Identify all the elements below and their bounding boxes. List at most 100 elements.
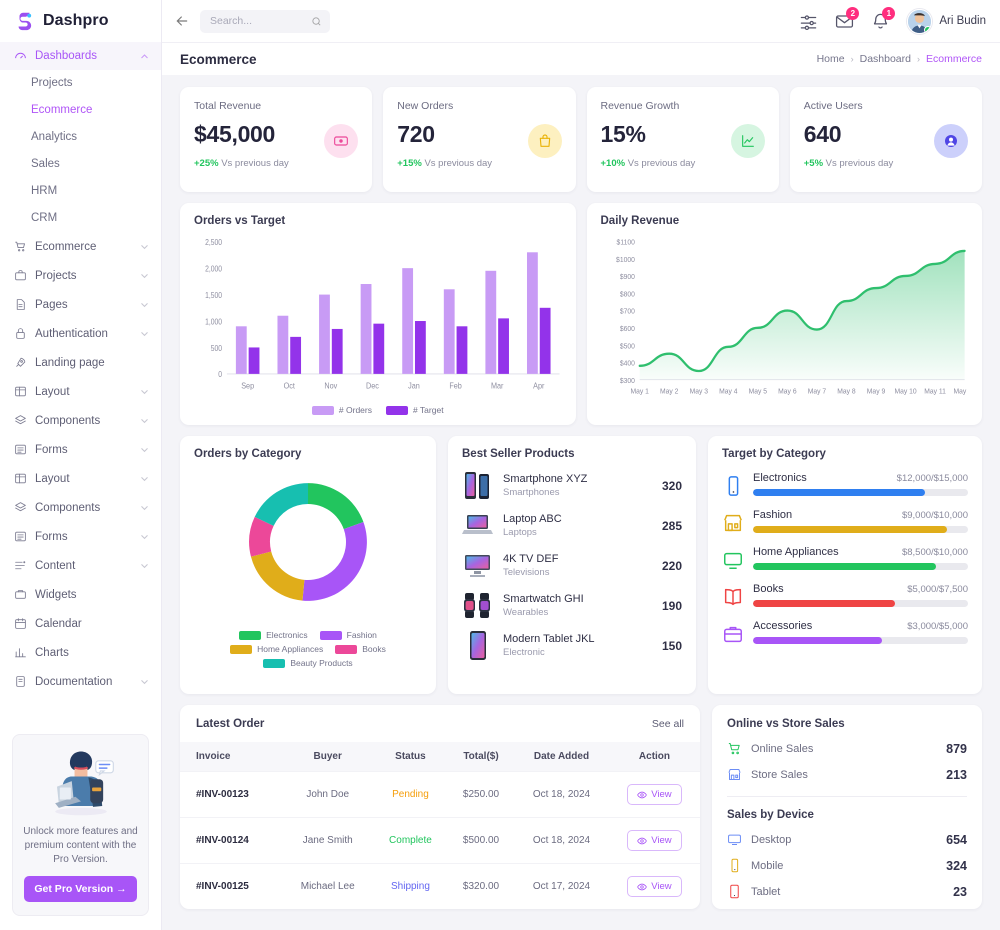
see-all-link[interactable]: See all bbox=[652, 718, 684, 730]
bar-chart-svg: 05001,0001,5002,0002,500SepOctNovDecJanF… bbox=[194, 235, 562, 403]
donut-legend-item-fashion[interactable]: Fashion bbox=[320, 630, 377, 640]
product-name: Modern Tablet JKL bbox=[503, 633, 595, 645]
sidebar-item-documentation-15[interactable]: Documentation bbox=[0, 667, 161, 696]
sidebar-item-layout-5[interactable]: Layout bbox=[0, 377, 161, 406]
table-row[interactable]: #INV-00123John DoePending$250.00Oct 18, … bbox=[180, 772, 700, 818]
legend-item-Orders[interactable]: # Orders bbox=[312, 405, 372, 415]
column-header-total: Total($) bbox=[448, 742, 514, 772]
sales-by-device-list: Desktop654Mobile324Tablet23 bbox=[727, 832, 967, 899]
view-button[interactable]: View bbox=[627, 784, 681, 805]
summary-row-desktop: Desktop654 bbox=[727, 832, 967, 847]
search-box[interactable] bbox=[200, 10, 330, 33]
notifications-button[interactable]: 1 bbox=[871, 12, 890, 31]
sidebar-item-forms-10[interactable]: Forms bbox=[0, 522, 161, 551]
sidebar-subitem-ecommerce[interactable]: Ecommerce bbox=[0, 97, 161, 124]
summary-value: 324 bbox=[946, 859, 967, 873]
product-item[interactable]: Smartphone XYZSmartphones320 bbox=[462, 471, 682, 500]
product-item[interactable]: Smartwatch GHIWearables190 bbox=[462, 591, 682, 620]
arrow-left-icon[interactable] bbox=[174, 13, 190, 29]
brand[interactable]: Dashpro bbox=[0, 0, 161, 42]
sidebar-subitem-analytics[interactable]: Analytics bbox=[0, 124, 161, 151]
bar-Jan-Target bbox=[415, 321, 426, 374]
legend-swatch bbox=[335, 645, 357, 654]
sliders-icon[interactable] bbox=[799, 12, 818, 31]
sidebar-item-components-6[interactable]: Components bbox=[0, 406, 161, 435]
product-name: Smartwatch GHI bbox=[503, 593, 584, 605]
product-item[interactable]: 4K TV DEFTelevisions220 bbox=[462, 551, 682, 580]
product-thumbnail bbox=[462, 511, 493, 540]
x-tick-label: Jan bbox=[408, 381, 420, 391]
layers-icon bbox=[14, 414, 27, 427]
kpi-delta: +25% bbox=[194, 158, 219, 169]
sidebar-group-label: Dashboards bbox=[35, 50, 97, 62]
donut-slice-electronics bbox=[308, 483, 363, 529]
sidebar-subitem-crm[interactable]: CRM bbox=[0, 205, 161, 232]
best-seller-products-card: Best Seller Products Smartphone XYZSmart… bbox=[448, 436, 696, 694]
table-row[interactable]: #INV-00124Jane SmithComplete$500.00Oct 1… bbox=[180, 818, 700, 864]
sidebar-item-layout-8[interactable]: Layout bbox=[0, 464, 161, 493]
cell-buyer: Michael Lee bbox=[283, 864, 373, 910]
chevron-down-icon bbox=[140, 271, 149, 280]
sidebar-subitem-hrm[interactable]: HRM bbox=[0, 178, 161, 205]
product-category: Laptops bbox=[503, 527, 562, 538]
legend-label: Home Appliances bbox=[257, 644, 323, 654]
sidebar-item-projects-1[interactable]: Projects bbox=[0, 261, 161, 290]
view-label: View bbox=[651, 789, 671, 800]
content: Total Revenue$45,000+25% Vs previous day… bbox=[162, 75, 1000, 930]
table-row[interactable]: #INV-00125Michael LeeShipping$320.00Oct … bbox=[180, 864, 700, 910]
smartwatch-thumb bbox=[462, 591, 493, 620]
sidebar-item-pages-2[interactable]: Pages bbox=[0, 290, 161, 319]
status-badge: Shipping bbox=[373, 864, 448, 910]
summary-value: 213 bbox=[946, 768, 967, 782]
sidebar-subitem-sales[interactable]: Sales bbox=[0, 151, 161, 178]
sidebar-item-content-11[interactable]: Content bbox=[0, 551, 161, 580]
product-count: 150 bbox=[662, 639, 682, 653]
sidebar-item-landing-page-4[interactable]: Landing page bbox=[0, 348, 161, 377]
target-name: Electronics bbox=[753, 472, 807, 484]
sidebar-subitem-projects[interactable]: Projects bbox=[0, 70, 161, 97]
target-value: $3,000/$5,000 bbox=[907, 621, 968, 632]
breadcrumb-item-ecommerce[interactable]: Ecommerce bbox=[926, 53, 982, 65]
donut-legend-item-home-appliances[interactable]: Home Appliances bbox=[230, 644, 323, 654]
online-vs-store-title: Online vs Store Sales bbox=[727, 718, 967, 730]
view-button[interactable]: View bbox=[627, 830, 681, 851]
sidebar-item-widgets-12[interactable]: Widgets bbox=[0, 580, 161, 609]
donut-legend-item-beauty-products[interactable]: Beauty Products bbox=[263, 658, 352, 668]
cell-buyer: Jane Smith bbox=[283, 818, 373, 864]
breadcrumb-item-dashboard[interactable]: Dashboard bbox=[860, 53, 911, 65]
product-item[interactable]: Laptop ABCLaptops285 bbox=[462, 511, 682, 540]
sidebar-group-dashboards[interactable]: Dashboards bbox=[0, 42, 161, 70]
bar-Nov-Orders bbox=[319, 295, 330, 374]
sidebar-item-authentication-3[interactable]: Authentication bbox=[0, 319, 161, 348]
view-button[interactable]: View bbox=[627, 876, 681, 897]
donut-legend-item-electronics[interactable]: Electronics bbox=[239, 630, 308, 640]
sidebar-item-charts-14[interactable]: Charts bbox=[0, 638, 161, 667]
product-info: 4K TV DEFTelevisions bbox=[503, 553, 558, 578]
smartphone-thumb bbox=[462, 471, 493, 500]
legend-item-Target[interactable]: # Target bbox=[386, 405, 444, 415]
product-category: Electronic bbox=[503, 647, 595, 658]
donut-legend-item-books[interactable]: Books bbox=[335, 644, 386, 654]
search-icon[interactable] bbox=[311, 16, 322, 27]
target-progress-track bbox=[753, 600, 968, 607]
messages-button[interactable]: 2 bbox=[835, 12, 854, 31]
summary-value: 23 bbox=[953, 885, 967, 899]
get-pro-version-button[interactable]: Get Pro Version → bbox=[24, 876, 136, 902]
sidebar-item-calendar-13[interactable]: Calendar bbox=[0, 609, 161, 638]
cell-action: View bbox=[609, 818, 700, 864]
x-tick-label: May 8 bbox=[837, 387, 855, 395]
user-menu[interactable]: Ari Budin bbox=[907, 9, 986, 34]
topbar: 2 1 bbox=[162, 0, 1000, 42]
person-with-laptop-illustration bbox=[44, 746, 118, 818]
breadcrumb-item-home[interactable]: Home bbox=[817, 53, 845, 65]
target-main: Books$5,000/$7,500 bbox=[753, 583, 968, 607]
sidebar-item-forms-7[interactable]: Forms bbox=[0, 435, 161, 464]
cell-total: $320.00 bbox=[448, 864, 514, 910]
sidebar-item-components-9[interactable]: Components bbox=[0, 493, 161, 522]
sidebar-item-ecommerce-0[interactable]: Ecommerce bbox=[0, 232, 161, 261]
product-item[interactable]: Modern Tablet JKL Electronic 150 bbox=[462, 631, 682, 660]
cart-icon bbox=[14, 240, 27, 253]
sidebar-item-label: Forms bbox=[35, 444, 68, 456]
chevron-down-icon bbox=[140, 329, 149, 338]
main-area: 2 1 bbox=[162, 0, 1000, 930]
